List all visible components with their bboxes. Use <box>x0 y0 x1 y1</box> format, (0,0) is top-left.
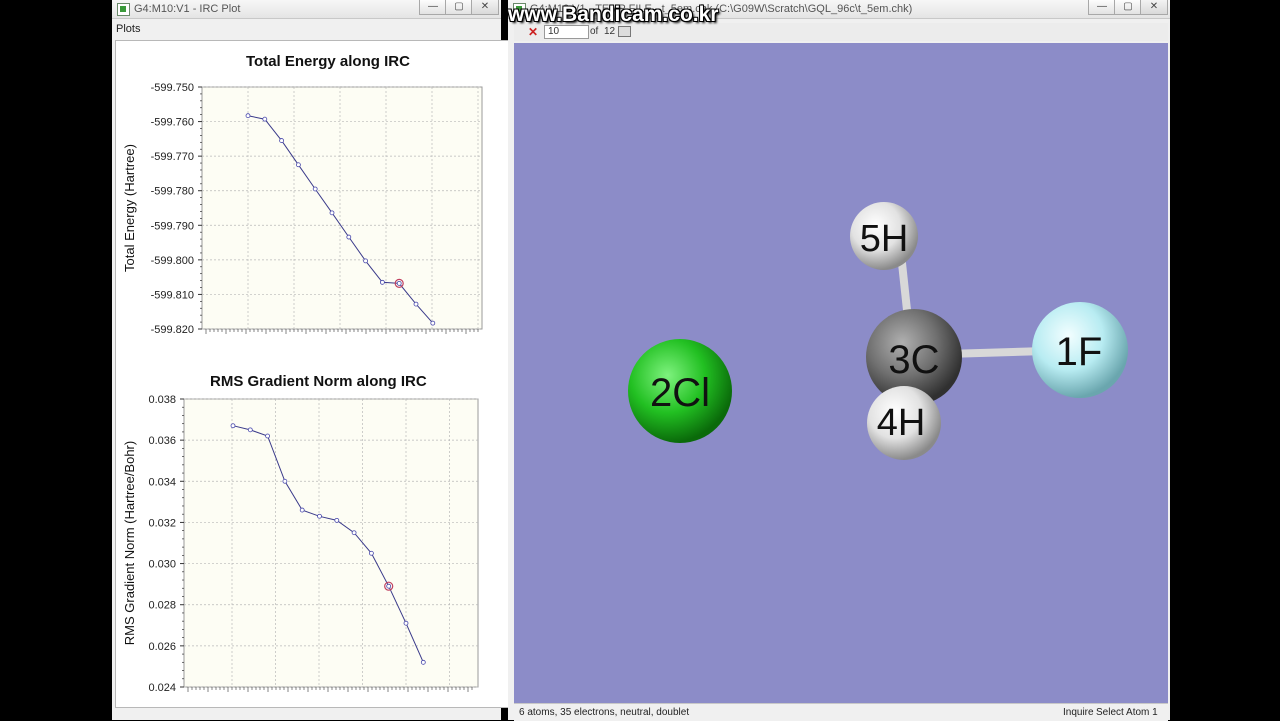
y-tick-label: -599.800 <box>151 255 194 267</box>
irc-plot-window: G4:M10:V1 - IRC Plot — ▢ ✕ Plots Total E… <box>112 0 611 720</box>
data-point <box>247 427 253 433</box>
y-tick-label: -599.780 <box>151 186 194 198</box>
menu-plots[interactable]: Plots <box>116 23 140 35</box>
minimize-button[interactable]: — <box>419 0 447 15</box>
status-molecule-info: 6 atoms, 35 electrons, neutral, doublet <box>519 707 690 718</box>
label-f: 1F <box>1056 330 1103 374</box>
data-point <box>368 550 374 556</box>
data-point <box>413 301 419 307</box>
app-icon <box>117 3 130 16</box>
bandicam-watermark: www.Bandicam.co.kr <box>508 3 719 26</box>
y-tick-label: -599.760 <box>151 117 194 129</box>
data-point <box>379 279 385 285</box>
data-point <box>279 138 285 143</box>
plot-background <box>183 398 479 688</box>
restore-button[interactable]: ▢ <box>445 0 473 15</box>
data-point <box>230 423 236 429</box>
data-point <box>420 659 426 665</box>
frame-of-label: of <box>590 26 599 37</box>
data-point <box>329 210 335 216</box>
label-h5: 5H <box>860 218 909 260</box>
data-point <box>265 433 271 439</box>
data-point <box>386 583 392 589</box>
y-tick-label: 0.028 <box>148 600 176 612</box>
close-red-icon[interactable]: ✕ <box>528 25 538 39</box>
close-button[interactable]: ✕ <box>1140 0 1168 15</box>
restore-button[interactable]: ▢ <box>1114 0 1142 15</box>
label-h4: 4H <box>877 402 926 444</box>
data-point <box>262 116 268 122</box>
frame-nav-icon[interactable] <box>618 26 631 37</box>
status-select: Select Atom 1 <box>1096 707 1158 718</box>
frame-total: 12 <box>604 26 616 37</box>
molecule-canvas: 2Cl 5H 1F 3C 4H <box>628 202 1128 460</box>
data-point <box>430 320 436 326</box>
close-button[interactable]: ✕ <box>471 0 499 15</box>
frame-input[interactable]: 10 <box>544 25 589 39</box>
y-tick-label: 0.032 <box>148 517 176 529</box>
y-tick-label: -599.770 <box>151 151 194 163</box>
molecule-viewport[interactable]: 2Cl 5H 1F 3C 4H <box>514 43 1168 703</box>
y-tick-label: 0.034 <box>148 476 176 488</box>
chart-title-energy: Total Energy along IRC <box>246 53 410 70</box>
status-bar: 6 atoms, 35 electrons, neutral, doublet … <box>514 703 1168 721</box>
data-point <box>351 530 357 536</box>
label-c: 3C <box>888 338 939 382</box>
y-tick-label: -599.750 <box>151 82 194 94</box>
data-point <box>282 478 288 484</box>
y-tick-label: 0.038 <box>148 394 176 406</box>
data-point <box>295 162 301 168</box>
status-mode: Inquire <box>1063 707 1094 718</box>
data-point <box>346 234 352 240</box>
plot-background <box>201 86 483 330</box>
data-point <box>312 186 318 192</box>
y-tick-label: -599.810 <box>151 289 194 301</box>
chart-title-gradient: RMS Gradient Norm along IRC <box>210 373 427 390</box>
data-point <box>403 620 409 626</box>
label-cl: 2Cl <box>650 371 710 415</box>
data-point <box>317 513 322 519</box>
y-tick-label: 0.024 <box>148 682 176 694</box>
y-tick-label: 0.026 <box>148 641 176 653</box>
y-tick-label: -599.790 <box>151 220 194 232</box>
data-point <box>363 258 369 264</box>
y-tick-label: 0.036 <box>148 435 176 447</box>
minimize-button[interactable]: — <box>1088 0 1116 15</box>
data-point <box>396 280 402 286</box>
y-tick-label: -599.820 <box>151 324 194 336</box>
y-axis-label: Total Energy (Hartree) <box>122 144 137 272</box>
menu-bar: Plots <box>112 20 501 38</box>
y-axis-label: RMS Gradient Norm (Hartree/Bohr) <box>122 441 137 645</box>
data-point <box>299 507 305 513</box>
irc-plot-title: G4:M10:V1 - IRC Plot <box>134 3 241 15</box>
data-point <box>334 517 340 523</box>
y-tick-label: 0.030 <box>148 559 176 571</box>
data-point <box>245 113 251 119</box>
irc-plot-titlebar[interactable]: G4:M10:V1 - IRC Plot — ▢ ✕ <box>112 0 501 19</box>
